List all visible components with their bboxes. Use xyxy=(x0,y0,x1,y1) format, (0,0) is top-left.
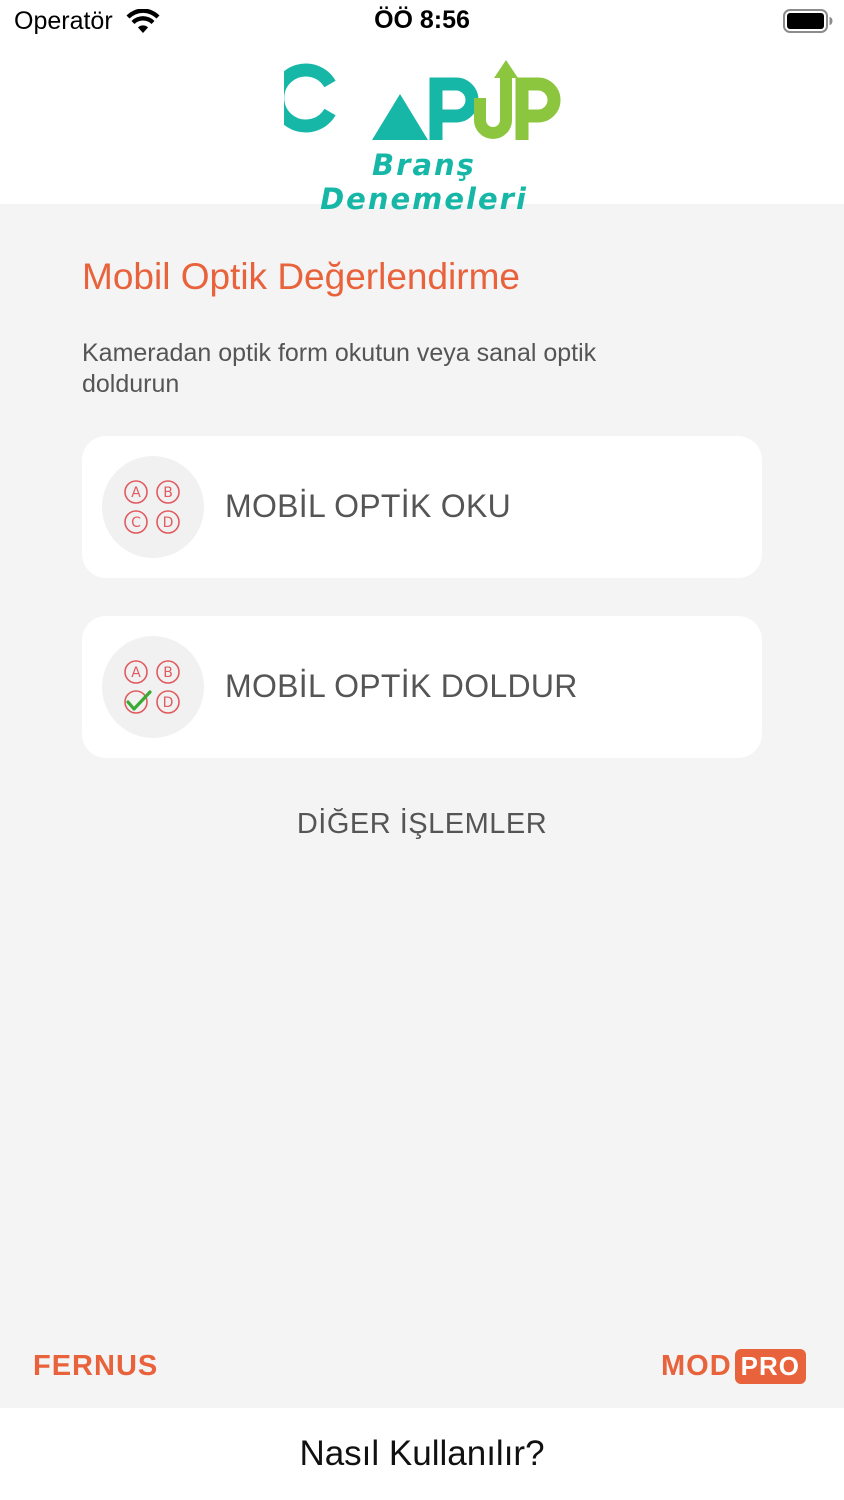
logo-mark xyxy=(284,60,561,140)
abcd-checked-icon: A B D xyxy=(102,636,204,738)
app-header: Branş Denemeleri xyxy=(0,44,844,216)
svg-text:D: D xyxy=(163,695,174,711)
svg-text:A: A xyxy=(131,665,141,681)
svg-text:C: C xyxy=(131,515,141,531)
abcd-options-icon: A B C D xyxy=(102,456,204,558)
how-to-use-button[interactable]: Nasıl Kullanılır? xyxy=(0,1434,844,1474)
status-bar: Operatör ÖÖ 8:56 xyxy=(0,0,844,44)
battery-icon xyxy=(783,9,833,33)
logo-subtitle: Branş Denemeleri xyxy=(320,148,528,216)
modpro-logo: MOD PRO xyxy=(661,1348,807,1384)
fernus-logo: FERNUS xyxy=(33,1350,159,1382)
modpro-logo-mod: MOD xyxy=(661,1349,732,1382)
read-optic-label: MOBİL OPTİK OKU xyxy=(225,488,512,524)
page-subtitle: Kameradan optik form okutun veya sanal o… xyxy=(82,339,597,398)
bottom-bar: Nasıl Kullanılır? xyxy=(0,1408,844,1500)
fill-optic-label: MOBİL OPTİK DOLDUR xyxy=(225,668,578,704)
svg-text:B: B xyxy=(163,665,173,681)
status-time: ÖÖ 8:56 xyxy=(374,6,470,34)
read-optic-button[interactable]: A B C D MOBİL OPTİK OKU xyxy=(82,436,762,578)
svg-text:A: A xyxy=(131,485,141,501)
page-title: Mobil Optik Değerlendirme xyxy=(82,256,521,297)
fill-optic-button[interactable]: A B D MOBİL OPTİK DOLDUR xyxy=(82,616,762,758)
capup-logo: Branş Denemeleri xyxy=(284,58,564,216)
modpro-logo-pro: PRO xyxy=(734,1348,807,1384)
svg-text:B: B xyxy=(163,485,173,501)
svg-text:D: D xyxy=(163,515,174,531)
other-operations-link[interactable]: DİĞER İŞLEMLER xyxy=(0,808,844,841)
